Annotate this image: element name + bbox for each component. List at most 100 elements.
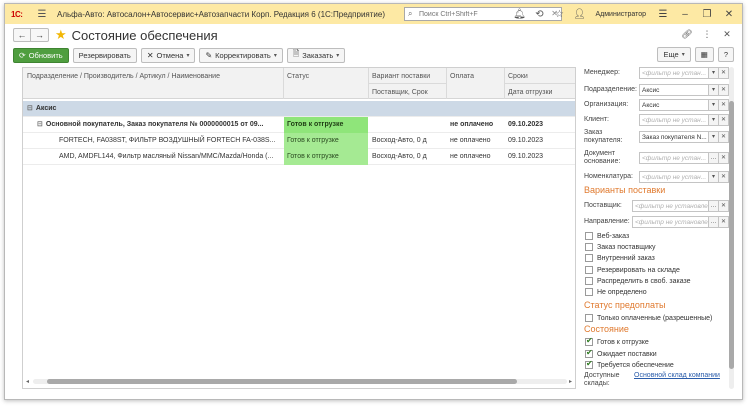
header-delivery[interactable]: Вариант поставки <box>372 73 430 80</box>
warehouses-link[interactable]: Основной склад компании <box>634 372 720 379</box>
collapse-icon[interactable]: ⊟ <box>37 117 43 133</box>
state-checkbox-ready[interactable]: Готов к отгрузке <box>585 336 649 347</box>
vertical-scrollbar[interactable] <box>729 67 734 389</box>
forward-button[interactable]: → <box>31 28 49 42</box>
checkbox[interactable] <box>585 288 593 296</box>
more-dots-icon[interactable]: … <box>709 152 719 164</box>
close-form-icon[interactable]: ✕ <box>720 27 734 41</box>
clear-icon[interactable]: ✕ <box>719 152 729 164</box>
horizontal-scrollbar[interactable] <box>33 379 567 384</box>
direction-input[interactable]: <фильтр не установлен> <box>632 215 709 228</box>
link-icon[interactable]: 🔗︎ <box>680 27 694 41</box>
nomenclature-input[interactable]: <фильтр не устан... <box>639 170 709 183</box>
state-checkbox-required[interactable]: Требуется обеспечение <box>585 359 674 370</box>
minimize-icon[interactable]: – <box>676 9 694 20</box>
scrollbar-thumb[interactable] <box>729 101 734 369</box>
header-sub-divider <box>504 83 575 84</box>
manager-input[interactable]: <фильтр не устан... <box>639 67 709 79</box>
clear-icon[interactable]: ✕ <box>719 113 729 126</box>
order-input[interactable]: Заказ покупателя N... <box>639 131 709 143</box>
more-dots-icon[interactable]: … <box>709 199 719 212</box>
correct-dropdown-button[interactable]: ✎ Корректировать ▾ <box>199 47 283 63</box>
org-input[interactable]: Аксис <box>639 98 709 111</box>
cancel-dropdown-button[interactable]: ✕ Отмена ▾ <box>140 47 196 63</box>
bell-icon[interactable]: 🔔︎ <box>511 7 527 21</box>
chevron-down-icon[interactable]: ▾ <box>709 113 719 126</box>
history-icon[interactable]: ⟲ <box>531 7 547 21</box>
variant-checkbox-distribute[interactable]: Распределить в своб. заказе <box>585 276 691 286</box>
clear-icon[interactable]: ✕ <box>719 83 729 96</box>
checkbox[interactable] <box>585 243 593 251</box>
state-checkbox-waiting[interactable]: Ожидает поставки <box>585 348 657 359</box>
header-item[interactable]: Подразделение / Производитель / Артикул … <box>27 73 220 80</box>
scroll-left-icon[interactable]: ◂ <box>26 378 29 385</box>
order-dropdown-button[interactable]: 🗎 Заказать ▾ <box>286 47 346 63</box>
header-status[interactable]: Статус <box>287 73 309 80</box>
client-input[interactable]: <фильтр не устан... <box>639 113 709 126</box>
division-input[interactable]: Аксис <box>639 83 709 96</box>
doc-input[interactable]: <фильтр не устан... <box>639 152 709 164</box>
prepay-checkbox[interactable]: Только оплаченные (разрешенные) <box>585 313 712 323</box>
checkbox-checked[interactable] <box>585 359 593 369</box>
refresh-button[interactable]: ⟳ Обновить <box>13 47 69 63</box>
chevron-down-icon[interactable]: ▾ <box>709 170 719 183</box>
clear-icon[interactable]: ✕ <box>719 67 729 79</box>
header-terms-sub[interactable]: Дата отгрузки <box>508 89 552 96</box>
division-filter: Подразделение: Аксис ▾ ✕ <box>584 83 729 96</box>
checkbox[interactable] <box>585 266 593 274</box>
supply-state-table[interactable]: Подразделение / Производитель / Артикул … <box>22 67 576 389</box>
group-row[interactable]: ⊟ Аксис <box>23 101 575 117</box>
scroll-right-icon[interactable]: ▸ <box>569 378 572 385</box>
supplier-input[interactable]: <фильтр не установлен> <box>632 199 709 212</box>
clear-icon[interactable]: ✕ <box>719 98 729 111</box>
clear-icon[interactable]: ✕ <box>719 131 729 143</box>
variant-checkbox-supplier-order[interactable]: Заказ поставщику <box>585 242 656 252</box>
header-terms[interactable]: Сроки <box>508 73 528 80</box>
supplier-label: Поставщик: <box>584 201 622 209</box>
chevron-down-icon[interactable]: ▾ <box>709 67 719 79</box>
scrollbar-thumb[interactable] <box>47 379 517 384</box>
user-name[interactable]: Администратор <box>595 11 646 18</box>
checkbox-checked[interactable] <box>585 336 593 346</box>
user-icon[interactable]: 👤︎ <box>571 7 587 21</box>
chevron-down-icon[interactable]: ▾ <box>709 83 719 96</box>
more-vertical-icon[interactable]: ⋮ <box>700 27 714 41</box>
settings-menu-icon[interactable]: ☰ <box>654 9 672 20</box>
favorite-star-icon[interactable]: ★ <box>55 27 67 43</box>
reserve-button[interactable]: Резервировать <box>72 47 137 63</box>
order-row[interactable]: ⊟ Основной покупатель, Заказ покупателя №… <box>23 117 575 133</box>
checkbox[interactable] <box>585 277 593 285</box>
star-icon[interactable]: ☆ <box>551 7 567 21</box>
table-row[interactable]: FORTECH, FA038ST, ФИЛЬТР ВОЗДУШНЫЙ FORTE… <box>23 133 575 149</box>
table-row[interactable]: AMD, AMDFL144, Фильтр масляный Nissan/MM… <box>23 149 575 165</box>
clear-icon[interactable]: ✕ <box>719 215 729 228</box>
item-status: Готов к отгрузке <box>284 149 368 165</box>
collapse-icon[interactable]: ⊟ <box>27 101 33 117</box>
toolbar-right: Еще ▾ ▦ ? <box>657 47 734 62</box>
variant-checkbox-reserve[interactable]: Резервировать на складе <box>585 265 680 275</box>
close-window-icon[interactable]: ✕ <box>720 9 738 20</box>
order-name: Основной покупатель, Заказ покупателя № … <box>45 121 264 128</box>
checkbox[interactable] <box>585 254 593 262</box>
variant-checkbox-web[interactable]: Веб-заказ <box>585 231 629 241</box>
checkbox[interactable] <box>585 314 593 322</box>
menu-icon[interactable]: ☰ <box>35 7 49 21</box>
clear-icon[interactable]: ✕ <box>719 170 729 183</box>
help-button[interactable]: ? <box>717 47 734 62</box>
chevron-down-icon[interactable]: ▾ <box>709 98 719 111</box>
header-delivery-sub[interactable]: Поставщик, Срок <box>372 89 428 96</box>
chevron-down-icon[interactable]: ▾ <box>709 131 719 143</box>
checkbox-checked[interactable] <box>585 348 593 358</box>
back-button[interactable]: ← <box>13 28 31 42</box>
variant-checkbox-undefined[interactable]: Не определено <box>585 287 647 297</box>
more-button[interactable]: Еще ▾ <box>657 47 691 62</box>
help-icon: ? <box>723 50 728 59</box>
checkbox[interactable] <box>585 232 593 240</box>
maximize-icon[interactable]: ❐ <box>698 9 716 20</box>
more-dots-icon[interactable]: … <box>709 215 719 228</box>
header-payment[interactable]: Оплата <box>450 73 474 80</box>
variant-checkbox-internal[interactable]: Внутренний заказ <box>585 253 655 263</box>
layout-settings-button[interactable]: ▦ <box>694 47 714 62</box>
checkbox-label: Заказ поставщику <box>597 243 656 251</box>
clear-icon[interactable]: ✕ <box>719 199 729 212</box>
